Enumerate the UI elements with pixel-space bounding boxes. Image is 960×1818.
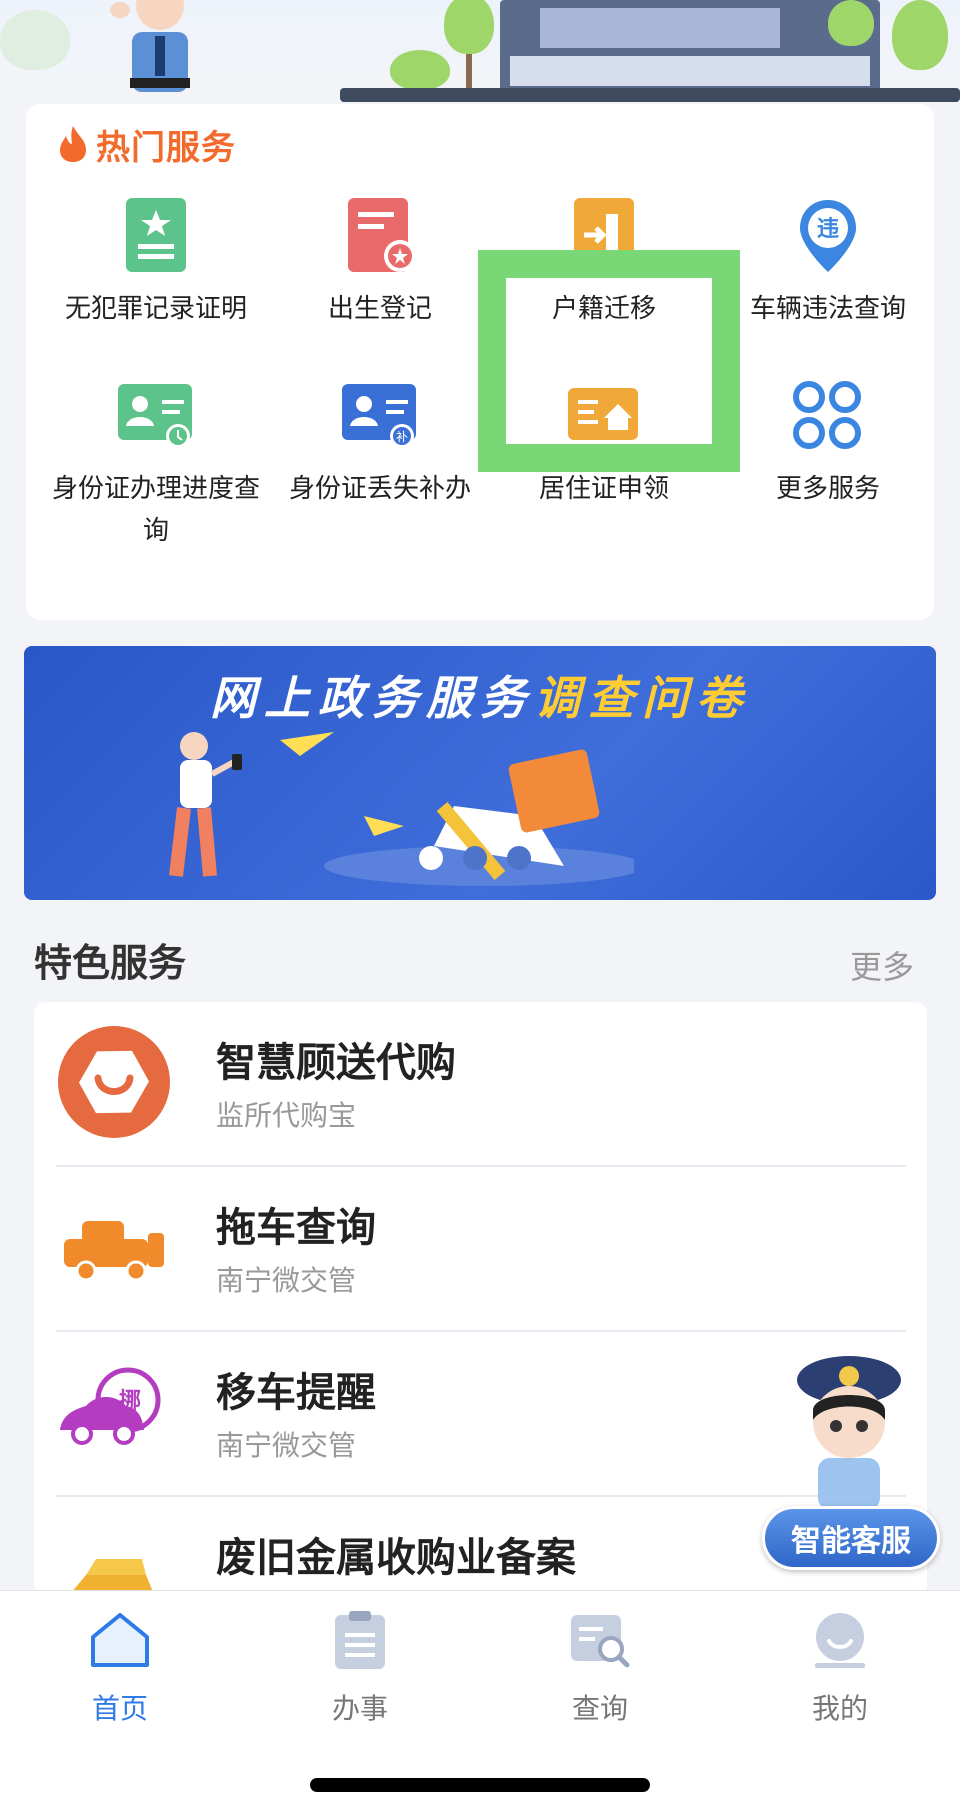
clipboard-icon	[335, 1611, 385, 1669]
featured-more-link[interactable]: 更多	[850, 942, 914, 988]
featured-services-title: 特色服务	[34, 941, 187, 985]
service-label: 无犯罪记录证明	[64, 294, 247, 324]
smart-customer-service[interactable]: 智能客服	[760, 1350, 940, 1570]
service-label: 更多服务	[775, 474, 880, 504]
service-id-reissue[interactable]: 补 身份证丢失补办	[268, 374, 492, 510]
id-progress-icon	[114, 374, 198, 458]
service-id-progress[interactable]: 身份证办理进度查询	[44, 374, 268, 552]
service-birth-registration[interactable]: 出生登记	[268, 194, 492, 330]
service-label: 居住证申领	[538, 474, 669, 504]
survey-banner[interactable]: 网上政务服务调查问卷	[24, 646, 936, 900]
tow-truck-icon	[64, 1221, 164, 1282]
more-grid-icon	[786, 374, 870, 458]
hot-services-title: 热门服务	[96, 127, 236, 168]
shopping-bag-icon	[58, 1026, 170, 1138]
tab-tasks[interactable]: 办事	[240, 1609, 480, 1727]
move-car-icon: 挪	[60, 1367, 161, 1445]
service-vehicle-violation[interactable]: 违 车辆违法查询	[716, 194, 940, 330]
home-icon	[91, 1613, 149, 1667]
gold-bars-icon	[68, 1559, 155, 1596]
tab-label: 查询	[571, 1692, 628, 1725]
tab-home[interactable]: 首页	[0, 1609, 240, 1727]
feature-item-tow[interactable]: 拖车查询 南宁微交管	[56, 1167, 906, 1332]
id-reissue-icon: 补	[338, 374, 422, 458]
building-illustration	[500, 0, 880, 100]
violation-pin-icon: 违	[786, 194, 870, 278]
feature-subtitle: 监所代购宝	[216, 1099, 357, 1132]
svg-text:补: 补	[396, 430, 408, 444]
service-label: 身份证丢失补办	[288, 474, 471, 504]
feature-item-shopping[interactable]: 智慧顾送代购 监所代购宝	[56, 1002, 906, 1167]
bush-decoration	[390, 50, 450, 90]
feature-subtitle: 南宁微交管	[216, 1429, 357, 1462]
tree-decoration	[828, 0, 874, 46]
search-doc-icon	[571, 1615, 630, 1668]
tree-decoration	[444, 0, 494, 54]
tree-decoration	[0, 10, 70, 70]
service-no-criminal-record[interactable]: 无犯罪记录证明	[44, 194, 268, 330]
carousel-dot[interactable]	[419, 846, 443, 870]
tab-profile[interactable]: 我的	[720, 1609, 960, 1727]
tree-decoration	[892, 0, 948, 70]
header-illustration	[0, 0, 960, 110]
feature-subtitle: 南宁微交管	[216, 1264, 357, 1297]
feature-name: 拖车查询	[216, 1205, 376, 1251]
ground-decoration	[340, 88, 960, 102]
tab-label: 办事	[331, 1692, 388, 1725]
carousel-indicator	[419, 846, 531, 870]
police-assistant-avatar	[797, 1356, 901, 1510]
tab-query[interactable]: 查询	[480, 1609, 720, 1727]
tab-label: 我的	[811, 1692, 868, 1725]
highlight-box	[478, 250, 740, 472]
hot-services-card: 热门服务 无犯罪记录证明 出生登记 户籍迁移 违 车辆违法查询 身份证办理进度查…	[26, 104, 934, 620]
svg-text:违: 违	[817, 216, 839, 242]
service-label: 车辆违法查询	[749, 294, 906, 324]
police-officer-illustration	[110, 0, 190, 92]
flame-icon	[60, 126, 86, 162]
home-indicator	[310, 1778, 650, 1792]
service-label: 身份证办理进度查询	[51, 474, 260, 546]
profile-icon	[815, 1613, 865, 1668]
birth-register-icon	[338, 194, 422, 278]
certificate-star-icon	[114, 194, 198, 278]
carousel-dot[interactable]	[507, 846, 531, 870]
feature-name: 移车提醒	[216, 1370, 376, 1416]
smart-service-button[interactable]: 智能客服	[762, 1506, 940, 1570]
feature-name: 智慧顾送代购	[216, 1040, 456, 1086]
carousel-dot[interactable]	[463, 846, 487, 870]
hot-services-header: 热门服务	[56, 122, 236, 168]
feature-name: 废旧金属收购业备案	[216, 1535, 576, 1581]
service-label: 出生登记	[327, 294, 432, 324]
tab-label: 首页	[91, 1692, 148, 1725]
service-more[interactable]: 更多服务	[716, 374, 940, 510]
person-illustration	[169, 732, 242, 877]
